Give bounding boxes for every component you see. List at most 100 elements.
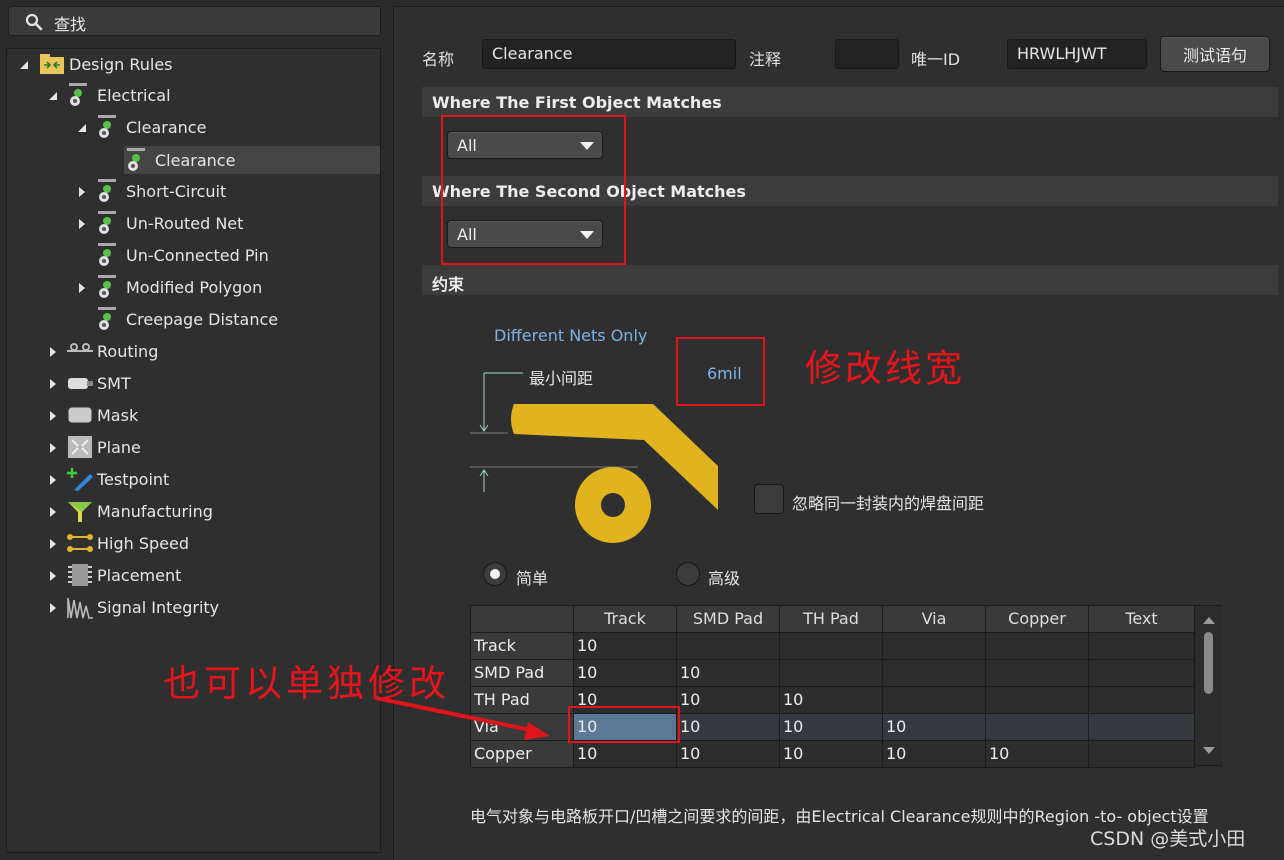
matrix-column-header: TH Pad: [780, 606, 883, 633]
tree-item[interactable]: Clearance: [124, 146, 380, 174]
matrix-scrollbar[interactable]: [1196, 606, 1222, 764]
tree-item-label: Short-Circuit: [126, 181, 227, 201]
matrix-cell: [986, 660, 1089, 687]
matrix-cell[interactable]: 10: [780, 714, 883, 741]
tree-item-label: Plane: [97, 437, 141, 457]
ignore-pad-label: 忽略同一封装内的焊盘间距: [792, 494, 985, 513]
annotation-arrow: [375, 696, 550, 740]
matrix-cell: [883, 660, 986, 687]
matrix-cell[interactable]: 10: [677, 687, 780, 714]
tree-item[interactable]: Design Rules: [38, 50, 173, 78]
matrix-cell: [1089, 714, 1195, 741]
tree-item-label: Manufacturing: [97, 501, 213, 521]
expand-arrow-icon[interactable]: [47, 410, 59, 422]
matrix-column-header: Copper: [986, 606, 1089, 633]
matrix-cell[interactable]: 10: [883, 741, 986, 768]
matrix-corner: [471, 606, 574, 633]
expand-arrow-icon[interactable]: [47, 378, 59, 390]
tree-item[interactable]: Mask: [66, 401, 138, 429]
expand-arrow-icon[interactable]: [47, 602, 59, 614]
net-scope-link[interactable]: Different Nets Only: [494, 326, 647, 345]
radio-selected-dot: [490, 569, 500, 579]
tree-item-label: Design Rules: [69, 54, 173, 74]
matrix-cell: [1089, 741, 1195, 768]
smt-icon: [68, 378, 93, 389]
name-label: 名称: [422, 50, 455, 69]
matrix-cell[interactable]: 10: [574, 660, 677, 687]
collapse-arrow-icon[interactable]: [18, 59, 30, 71]
tree-item-label: Testpoint: [97, 469, 170, 489]
expand-arrow-icon[interactable]: [47, 570, 59, 582]
matrix-column-header: Track: [574, 606, 677, 633]
expand-arrow-icon[interactable]: [47, 474, 59, 486]
radio-simple-label: 简单: [516, 569, 549, 588]
matrix-cell[interactable]: 10: [677, 660, 780, 687]
scrollbar-thumb[interactable]: [1204, 632, 1213, 694]
radio-simple[interactable]: [483, 562, 507, 586]
tree-item-label: Modified Polygon: [126, 277, 263, 297]
tree-item-label: Clearance: [155, 150, 236, 170]
scroll-up-icon[interactable]: [1202, 615, 1216, 625]
tree-item-label: High Speed: [97, 533, 190, 553]
expand-arrow-icon[interactable]: [76, 218, 88, 230]
tree-item[interactable]: Electrical: [66, 81, 171, 109]
constraints-header: 约束: [422, 265, 1278, 295]
comment-field[interactable]: [835, 39, 899, 69]
matrix-cell[interactable]: 10: [780, 687, 883, 714]
tree-item[interactable]: SMT: [66, 369, 131, 397]
collapse-arrow-icon[interactable]: [76, 122, 88, 134]
matrix-cell[interactable]: 10: [677, 741, 780, 768]
ignore-pad-checkbox[interactable]: [754, 484, 784, 514]
rule-icon: [98, 307, 116, 330]
tree-item[interactable]: Routing: [66, 337, 158, 365]
tree-item[interactable]: Testpoint: [66, 465, 169, 493]
highlight-box-cell: [568, 706, 680, 743]
search-label: 查找: [54, 15, 87, 34]
tree-item[interactable]: Short-Circuit: [95, 177, 226, 205]
tree-item-label: Signal Integrity: [97, 597, 220, 617]
matrix-cell[interactable]: 10: [986, 741, 1089, 768]
tree-item[interactable]: Placement: [66, 561, 181, 589]
radio-advanced-label: 高级: [708, 569, 741, 588]
expand-arrow-icon[interactable]: [76, 282, 88, 294]
highlight-box-match: [441, 115, 626, 265]
name-field[interactable]: Clearance: [482, 39, 736, 69]
expand-arrow-icon[interactable]: [47, 506, 59, 518]
tree-item[interactable]: Clearance: [95, 113, 206, 141]
tree-item[interactable]: Plane: [66, 433, 141, 461]
tree-item[interactable]: Creepage Distance: [95, 305, 278, 333]
unique-id-field[interactable]: HRWLHJWT: [1007, 39, 1147, 69]
expand-arrow-icon[interactable]: [47, 538, 59, 550]
rule-icon: [98, 275, 116, 298]
tree-item[interactable]: Manufacturing: [66, 497, 213, 525]
matrix-cell[interactable]: 10: [883, 714, 986, 741]
rule-icon: [98, 243, 116, 266]
matrix-cell[interactable]: 10: [574, 633, 677, 660]
manufacturing-icon: [68, 502, 92, 522]
radio-advanced[interactable]: [676, 562, 700, 586]
matrix-cell[interactable]: 10: [574, 741, 677, 768]
testpoint-icon: [67, 468, 93, 491]
search-box[interactable]: 查找: [8, 6, 381, 36]
matrix-row-header: Track: [471, 633, 574, 660]
expand-arrow-icon[interactable]: [76, 186, 88, 198]
test-query-button[interactable]: 测试语句: [1160, 36, 1270, 72]
matrix-cell: [986, 633, 1089, 660]
expand-arrow-icon[interactable]: [47, 442, 59, 454]
collapse-arrow-icon[interactable]: [47, 90, 59, 102]
tree-item[interactable]: Modified Polygon: [95, 273, 262, 301]
matrix-cell: [986, 714, 1089, 741]
placement-icon: [68, 564, 92, 586]
matrix-cell: [677, 633, 780, 660]
first-object-header: Where The First Object Matches: [422, 87, 1278, 117]
expand-arrow-icon[interactable]: [47, 346, 59, 358]
tree-item[interactable]: Un-Routed Net: [95, 209, 243, 237]
scroll-down-icon[interactable]: [1202, 746, 1216, 756]
search-icon: [25, 13, 43, 31]
matrix-cell[interactable]: 10: [780, 741, 883, 768]
tree-item[interactable]: Un-Connected Pin: [95, 241, 269, 269]
tree-item[interactable]: High Speed: [66, 529, 189, 557]
matrix-cell: [780, 633, 883, 660]
matrix-cell[interactable]: 10: [677, 714, 780, 741]
tree-item[interactable]: Signal Integrity: [66, 593, 219, 621]
